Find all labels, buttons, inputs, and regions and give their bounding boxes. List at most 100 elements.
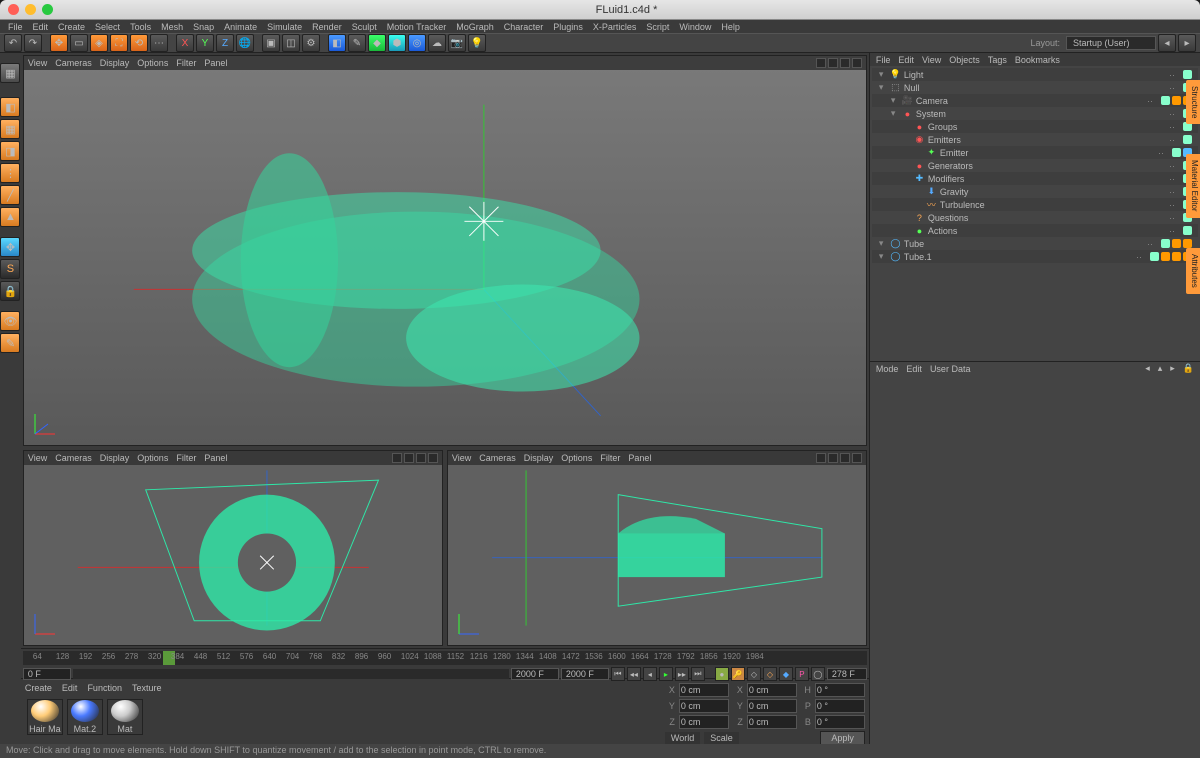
attr-menu-user-data[interactable]: User Data	[930, 364, 971, 374]
tree-item-generators[interactable]: ●Generators··	[872, 159, 1198, 172]
play-back-button[interactable]: ◂	[643, 667, 657, 681]
vp-menu-panel[interactable]: Panel	[628, 453, 651, 463]
minimize-icon[interactable]	[25, 4, 36, 15]
coord-space[interactable]: World	[665, 732, 700, 744]
dock-tab-structure[interactable]: Structure	[1186, 80, 1200, 124]
rot-p[interactable]	[815, 699, 865, 713]
size-x[interactable]	[747, 683, 797, 697]
vp-menu-view[interactable]: View	[452, 453, 471, 463]
menu-mesh[interactable]: Mesh	[157, 22, 187, 32]
tree-item-light[interactable]: ▾💡Light··	[872, 68, 1198, 81]
environment[interactable]: ☁	[428, 34, 446, 52]
apply-button[interactable]: Apply	[820, 731, 865, 745]
vp-menu-filter[interactable]: Filter	[176, 453, 196, 463]
prev-key-button[interactable]: ◂◂	[627, 667, 641, 681]
mat-tab-edit[interactable]: Edit	[62, 683, 78, 693]
vp-menu-filter[interactable]: Filter	[600, 453, 620, 463]
tree-item-tube[interactable]: ▾◯Tube··	[872, 237, 1198, 250]
frame-end[interactable]: 2000 F	[561, 668, 609, 680]
vp-menu-cameras[interactable]: Cameras	[55, 453, 92, 463]
dock-tab-attributes[interactable]: Attributes	[1186, 248, 1200, 294]
zoom-icon[interactable]	[42, 4, 53, 15]
timeline-ruler[interactable]: 6412819225627832038444851257664070476883…	[23, 651, 867, 665]
object-tree[interactable]: ▾💡Light··▾⬚Null··▾🎥Camera··▾●System··●Gr…	[870, 66, 1200, 361]
workplane-lock[interactable]: 🔒	[0, 281, 20, 301]
menu-x-particles[interactable]: X-Particles	[589, 22, 641, 32]
next-key-button[interactable]: ▸▸	[675, 667, 689, 681]
vp-menu-view[interactable]: View	[28, 58, 47, 68]
key-pla[interactable]: ◯	[811, 667, 825, 681]
scale-tool[interactable]: ⛶	[110, 34, 128, 52]
rot-h[interactable]	[815, 683, 865, 697]
nav-back-icon[interactable]: ◂	[1145, 363, 1150, 374]
x-axis-toggle[interactable]: X	[176, 34, 194, 52]
generator-null[interactable]: ◆	[368, 34, 386, 52]
tree-item-gravity[interactable]: ⬇Gravity··	[872, 185, 1198, 198]
vp-menu-display[interactable]: Display	[524, 453, 554, 463]
menu-plugins[interactable]: Plugins	[549, 22, 587, 32]
obj-menu-view[interactable]: View	[922, 55, 941, 65]
vp-icon[interactable]	[828, 58, 838, 68]
move-tool[interactable]: ✥	[50, 34, 68, 52]
nav-fwd-icon[interactable]: ▸	[1170, 363, 1175, 374]
model-mode[interactable]: ◧	[0, 97, 20, 117]
tag-icon[interactable]	[1161, 96, 1170, 105]
tree-item-emitters[interactable]: ◉Emitters··	[872, 133, 1198, 146]
obj-menu-file[interactable]: File	[876, 55, 891, 65]
material-swatch[interactable]: Mat.2	[67, 699, 103, 735]
rot-b[interactable]	[815, 715, 865, 729]
key-pos[interactable]: ◇	[747, 667, 761, 681]
spline-pen[interactable]: ✎	[348, 34, 366, 52]
nav-up-icon[interactable]: ▴	[1158, 363, 1163, 374]
tag-icon[interactable]	[1183, 70, 1192, 79]
vp-icon[interactable]	[840, 58, 850, 68]
obj-menu-edit[interactable]: Edit	[898, 55, 914, 65]
menu-window[interactable]: Window	[675, 22, 715, 32]
tree-item-actions[interactable]: ●Actions··	[872, 224, 1198, 237]
tree-item-system[interactable]: ▾●System··	[872, 107, 1198, 120]
tag-icon[interactable]	[1172, 96, 1181, 105]
vp-menu-panel[interactable]: Panel	[204, 453, 227, 463]
light-obj[interactable]: 💡	[468, 34, 486, 52]
current-frame[interactable]: 278 F	[827, 668, 867, 680]
tweak-mode[interactable]: ✎	[0, 333, 20, 353]
pos-y[interactable]	[679, 699, 729, 713]
mat-tab-create[interactable]: Create	[25, 683, 52, 693]
mat-tab-function[interactable]: Function	[87, 683, 122, 693]
enable-axis[interactable]: ✥	[0, 237, 20, 257]
dock-tab-material-editor[interactable]: Material Editor	[1186, 154, 1200, 218]
goto-end-button[interactable]: ⏭	[691, 667, 705, 681]
obj-menu-bookmarks[interactable]: Bookmarks	[1015, 55, 1060, 65]
vp-icon[interactable]	[852, 58, 862, 68]
menu-simulate[interactable]: Simulate	[263, 22, 306, 32]
menu-mograph[interactable]: MoGraph	[452, 22, 498, 32]
tag-icon[interactable]	[1150, 252, 1159, 261]
render-view[interactable]: ▣	[262, 34, 280, 52]
frame-start[interactable]: 0 F	[23, 668, 71, 680]
frame-range-end[interactable]: 2000 F	[511, 668, 559, 680]
menu-snap[interactable]: Snap	[189, 22, 218, 32]
rotate-tool[interactable]: ⟲	[130, 34, 148, 52]
render-settings[interactable]: ⚙	[302, 34, 320, 52]
layout-next[interactable]: ▸	[1178, 34, 1196, 52]
vp-menu-cameras[interactable]: Cameras	[479, 453, 516, 463]
pos-z[interactable]	[679, 715, 729, 729]
menu-animate[interactable]: Animate	[220, 22, 261, 32]
redo-button[interactable]: ↷	[24, 34, 42, 52]
y-axis-toggle[interactable]: Y	[196, 34, 214, 52]
edge-mode[interactable]: ╱	[0, 185, 20, 205]
workplane-mode[interactable]: ◨	[0, 141, 20, 161]
coord-system[interactable]: 🌐	[236, 34, 254, 52]
vp-menu-options[interactable]: Options	[561, 453, 592, 463]
tag-icon[interactable]	[1172, 252, 1181, 261]
menu-motion-tracker[interactable]: Motion Tracker	[383, 22, 451, 32]
vp-menu-filter[interactable]: Filter	[176, 58, 196, 68]
coord-scale[interactable]: Scale	[704, 732, 739, 744]
obj-menu-objects[interactable]: Objects	[949, 55, 980, 65]
lock-icon[interactable]: 🔒	[1183, 363, 1194, 374]
vp-menu-panel[interactable]: Panel	[204, 58, 227, 68]
autokey-button[interactable]: 🔑	[731, 667, 745, 681]
attr-menu-mode[interactable]: Mode	[876, 364, 899, 374]
vp-menu-options[interactable]: Options	[137, 58, 168, 68]
viewport-perspective[interactable]: ViewCamerasDisplayOptionsFilterPanel	[23, 55, 867, 446]
